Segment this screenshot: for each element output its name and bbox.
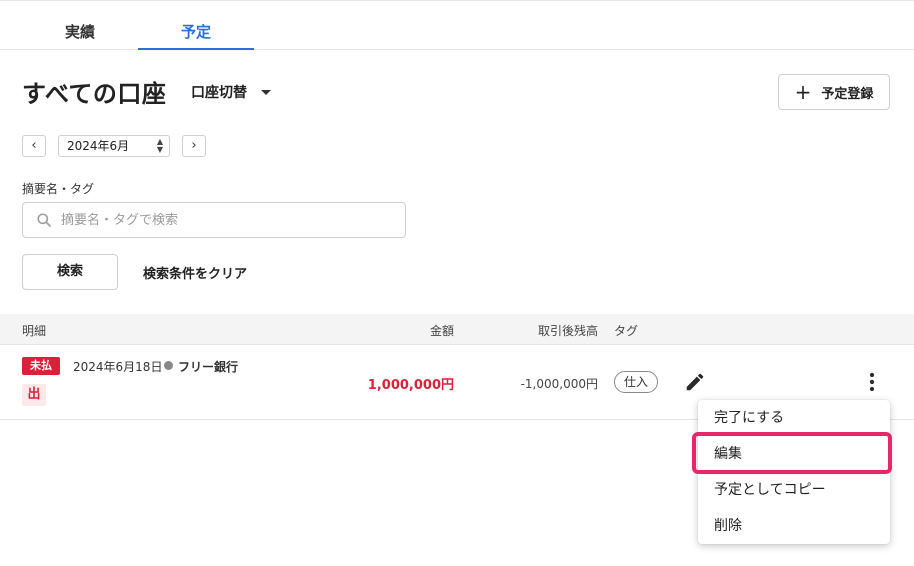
pencil-icon[interactable] [684, 371, 706, 393]
add-plan-button[interactable]: + 予定登録 [778, 74, 890, 110]
menu-item-complete[interactable]: 完了にする [698, 400, 890, 436]
add-plan-label: 予定登録 [821, 86, 874, 102]
caret-down-icon [261, 89, 271, 95]
row-bank: フリー銀行 [178, 360, 239, 374]
tab-bar: 実績 予定 [0, 0, 914, 50]
row-context-menu: 完了にする 編集 予定としてコピー 削除 [698, 400, 890, 544]
account-switch-label: 口座切替 [191, 85, 247, 101]
month-select[interactable]: 2024年6月 ▲ ▼ [58, 135, 170, 157]
search-field-label: 摘要名・タグ [22, 182, 95, 196]
prev-month-button[interactable]: ‹ [22, 135, 46, 157]
column-header-detail: 明細 [22, 324, 47, 338]
page-title: すべての口座 [22, 80, 167, 108]
column-header-balance: 取引後残高 [537, 324, 598, 338]
bank-dot-icon [164, 361, 173, 370]
row-amount: 1,000,000円 [367, 378, 454, 393]
row-tag: 仕入 [614, 371, 659, 393]
search-input[interactable] [61, 203, 391, 237]
next-month-button[interactable]: › [182, 135, 206, 157]
menu-item-copy-as-plan[interactable]: 予定としてコピー [698, 472, 890, 508]
column-header-tag: タグ [614, 324, 639, 338]
row-balance: -1,000,000円 [520, 377, 598, 391]
search-box [22, 202, 406, 238]
more-vertical-icon[interactable] [862, 371, 882, 393]
menu-item-delete[interactable]: 削除 [698, 508, 890, 544]
search-button[interactable]: 検索 [22, 254, 118, 290]
table-header: 明細 金額 取引後残高 タグ [0, 314, 914, 345]
direction-badge: 出 [22, 384, 46, 406]
clear-search-link[interactable]: 検索条件をクリア [143, 263, 247, 282]
menu-item-edit[interactable]: 編集 [698, 436, 890, 472]
status-badge: 未払 [22, 357, 60, 375]
search-icon [37, 213, 51, 227]
account-switch-button[interactable]: 口座切替 [191, 82, 271, 102]
updown-arrows-icon: ▲ ▼ [156, 137, 163, 154]
tab-planned[interactable]: 予定 [138, 1, 254, 50]
row-date: 2024年6月18日 [73, 360, 163, 374]
plus-icon: + [794, 80, 812, 104]
column-header-amount: 金額 [429, 324, 454, 338]
month-select-value: 2024年6月 [67, 139, 130, 153]
tab-actual[interactable]: 実績 [22, 1, 138, 50]
